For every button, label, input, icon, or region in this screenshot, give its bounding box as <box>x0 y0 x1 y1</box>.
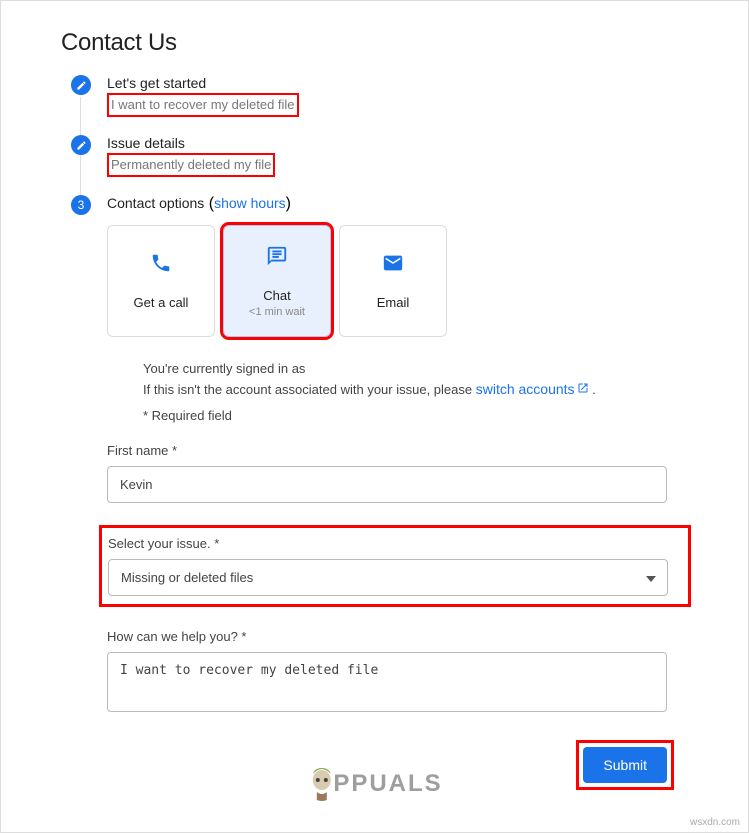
contact-email-label: Email <box>377 295 410 310</box>
step-3-title: Contact options <box>107 195 204 211</box>
step-2-circle <box>71 135 91 155</box>
external-link-icon <box>577 380 589 400</box>
info-signed-in: You're currently signed in as <box>143 359 688 379</box>
step-1: Let's get started I want to recover my d… <box>61 75 688 117</box>
phone-icon <box>150 252 172 279</box>
step-2-subtitle: Permanently deleted my file <box>111 157 271 172</box>
step-1-title: Let's get started <box>107 75 688 91</box>
pencil-icon <box>76 140 87 151</box>
contact-chat-subtext: <1 min wait <box>249 306 305 318</box>
submit-button[interactable]: Submit <box>583 747 667 783</box>
contact-card-chat[interactable]: Chat <1 min wait <box>223 225 331 337</box>
contact-options-row: Get a call Chat <1 min wait Email <box>107 225 688 337</box>
page-title: Contact Us <box>61 29 688 57</box>
highlight-box-step2: Permanently deleted my file <box>107 153 275 177</box>
highlight-box-issue: Select your issue. * Missing or deleted … <box>99 525 691 607</box>
issue-select[interactable]: Missing or deleted files <box>108 559 668 596</box>
step-1-circle <box>71 75 91 95</box>
chat-icon <box>266 245 288 272</box>
step-3: 3 Contact options (show hours) <box>61 195 688 215</box>
contact-card-call[interactable]: Get a call <box>107 225 215 337</box>
first-name-input[interactable] <box>107 466 667 503</box>
step-3-circle: 3 <box>71 195 91 215</box>
first-name-label: First name * <box>107 443 688 458</box>
info-required: * Required field <box>143 406 688 426</box>
form-issue-section: Select your issue. * Missing or deleted … <box>107 525 688 607</box>
not-account-text: If this isn't the account associated wit… <box>143 382 476 397</box>
show-hours-link[interactable]: show hours <box>214 195 286 211</box>
step-2: Issue details Permanently deleted my fil… <box>61 135 688 177</box>
highlight-box-submit: Submit <box>583 747 667 783</box>
help-label: How can we help you? * <box>107 629 688 644</box>
step-2-title: Issue details <box>107 135 688 151</box>
issue-label: Select your issue. * <box>108 536 682 551</box>
help-textarea[interactable]: I want to recover my deleted file <box>107 652 667 712</box>
email-icon <box>382 252 404 279</box>
contact-card-email[interactable]: Email <box>339 225 447 337</box>
credit-text: wsxdn.com <box>690 817 740 828</box>
switch-accounts-link[interactable]: switch accounts <box>476 381 575 397</box>
contact-chat-label: Chat <box>263 288 290 303</box>
paren-close: ) <box>286 195 291 212</box>
form-first-name-section: First name * <box>107 443 688 503</box>
info-switch-line: If this isn't the account associated wit… <box>143 379 688 400</box>
steps-container: Let's get started I want to recover my d… <box>61 75 688 783</box>
form-help-section: How can we help you? * I want to recover… <box>107 629 688 717</box>
signed-in-prefix: You're currently signed in as <box>143 361 305 376</box>
pencil-icon <box>76 80 87 91</box>
highlight-box-step1: I want to recover my deleted file <box>107 93 299 117</box>
contact-call-label: Get a call <box>134 295 189 310</box>
period: . <box>592 382 596 397</box>
submit-row: Submit <box>107 747 667 783</box>
step-1-subtitle: I want to recover my deleted file <box>111 97 295 112</box>
